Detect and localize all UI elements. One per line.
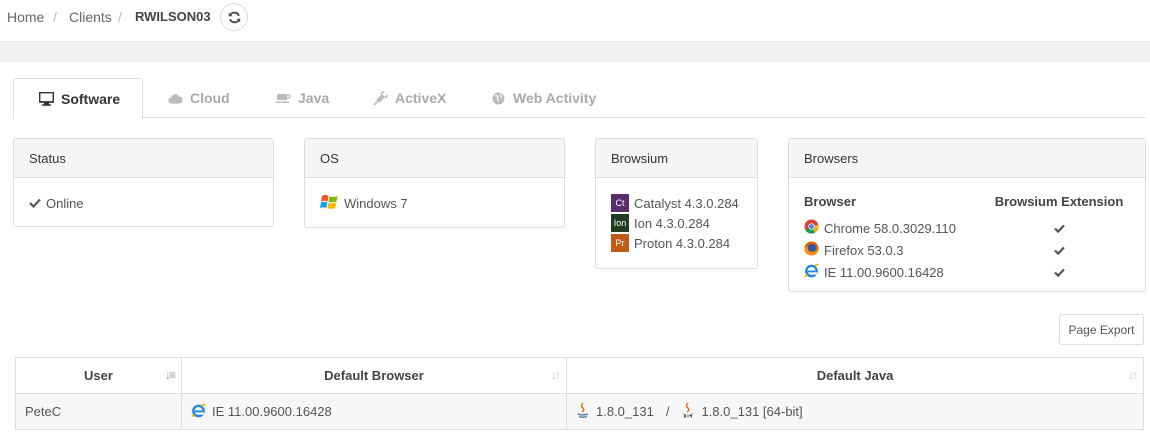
catalyst-icon: Ct [611, 194, 629, 212]
globe-icon [490, 90, 506, 106]
sort-icon[interactable]: ↓↑ [1128, 368, 1138, 382]
column-header-label: User [84, 368, 113, 383]
cloud-icon [167, 90, 183, 106]
browsium-item-label: Catalyst 4.3.0.284 [634, 195, 739, 211]
tab-label: Cloud [190, 90, 230, 106]
status-panel: Status Online [13, 138, 274, 227]
browsium-item-label: Proton 4.3.0.284 [634, 235, 731, 251]
check-icon [1053, 246, 1065, 255]
column-header-browser: Browser [804, 194, 857, 209]
browser-label: Firefox 53.0.3 [824, 242, 904, 258]
coffee-icon [275, 90, 291, 106]
firefox-icon [804, 241, 819, 259]
tab-software[interactable]: Software [13, 78, 144, 119]
panel-title: Status [14, 139, 273, 178]
browsium-item-label: Ion 4.3.0.284 [634, 215, 710, 231]
breadcrumb: Home / Clients / RWILSON03 [0, 0, 1150, 42]
breadcrumb-clients[interactable]: Clients [69, 9, 112, 25]
tab-label: ActiveX [395, 90, 447, 106]
java-icon [576, 402, 590, 421]
browser-label: IE 11.00.9600.16428 [824, 264, 944, 280]
browsium-panel: Browsium Ct Catalyst 4.3.0.284 Ion Ion 4… [595, 138, 758, 269]
panel-title: OS [305, 139, 564, 178]
panel-title: Browsium [596, 139, 757, 178]
browsers-panel: Browsers Browser Browsium Extension Chro… [788, 138, 1146, 292]
column-header-extension: Browsium Extension [994, 194, 1124, 209]
tab-java[interactable]: Java [275, 78, 329, 118]
tab-label: Java [298, 90, 330, 106]
status-value: Online [46, 195, 84, 211]
browser-label: IE 11.00.9600.16428 [212, 404, 332, 419]
monitor-icon [38, 91, 54, 107]
browser-cell: IE 11.00.9600.16428 [181, 393, 567, 430]
table-row[interactable]: PeteC IE 11.00.9600.16428 1.8.0_131 / 1.… [15, 393, 1144, 430]
os-value: Windows 7 [344, 195, 408, 211]
user-cell: PeteC [15, 393, 182, 430]
column-header-label: Default Java [816, 368, 894, 383]
column-header-default-java[interactable]: Default Java ↓↑ [566, 357, 1144, 394]
column-header-label: Default Browser [324, 368, 424, 383]
user-table: User ↓≡ Default Browser ↓↑ Default Java … [15, 357, 1144, 430]
java-separator: / [665, 404, 670, 419]
tab-bar: Software Cloud Java ActiveX Web Activity [13, 78, 1146, 119]
check-icon [29, 196, 41, 211]
proton-icon: Pr [611, 234, 629, 252]
toolbar-strip [0, 42, 1150, 62]
plug-icon [372, 90, 388, 106]
panel-title: Browsers [789, 139, 1145, 178]
java-version-64: 1.8.0_131 [64-bit] [701, 404, 803, 419]
browser-label: Chrome 58.0.3029.110 [824, 220, 957, 236]
java-cell: 1.8.0_131 / 1.8.0_131 [64-bit] [566, 393, 1144, 430]
java-64-icon [681, 402, 695, 421]
refresh-button[interactable] [220, 3, 248, 31]
ie-icon [191, 403, 206, 421]
refresh-icon [228, 11, 240, 23]
column-header-user[interactable]: User ↓≡ [15, 357, 182, 394]
check-icon [1053, 224, 1065, 233]
os-panel: OS Windows 7 [304, 138, 565, 228]
windows-icon [320, 193, 339, 214]
breadcrumb-home[interactable]: Home [7, 9, 44, 25]
check-icon [1053, 268, 1065, 277]
breadcrumb-current: RWILSON03 [135, 9, 211, 24]
page-export-button[interactable]: Page Export [1059, 314, 1144, 345]
breadcrumb-separator: / [118, 9, 122, 25]
chrome-icon [804, 219, 819, 237]
tab-web-activity[interactable]: Web Activity [490, 78, 596, 118]
java-version-32: 1.8.0_131 [596, 404, 654, 419]
ion-icon: Ion [611, 214, 629, 232]
sort-icon[interactable]: ↓≡ [165, 368, 176, 382]
tab-activex[interactable]: ActiveX [372, 78, 446, 118]
tab-cloud[interactable]: Cloud [167, 78, 230, 118]
breadcrumb-separator: / [53, 9, 57, 25]
ie-icon [804, 263, 819, 281]
column-header-default-browser[interactable]: Default Browser ↓↑ [181, 357, 567, 394]
tab-label: Software [61, 90, 121, 107]
sort-icon[interactable]: ↓↑ [551, 368, 561, 382]
tab-label: Web Activity [513, 90, 597, 106]
